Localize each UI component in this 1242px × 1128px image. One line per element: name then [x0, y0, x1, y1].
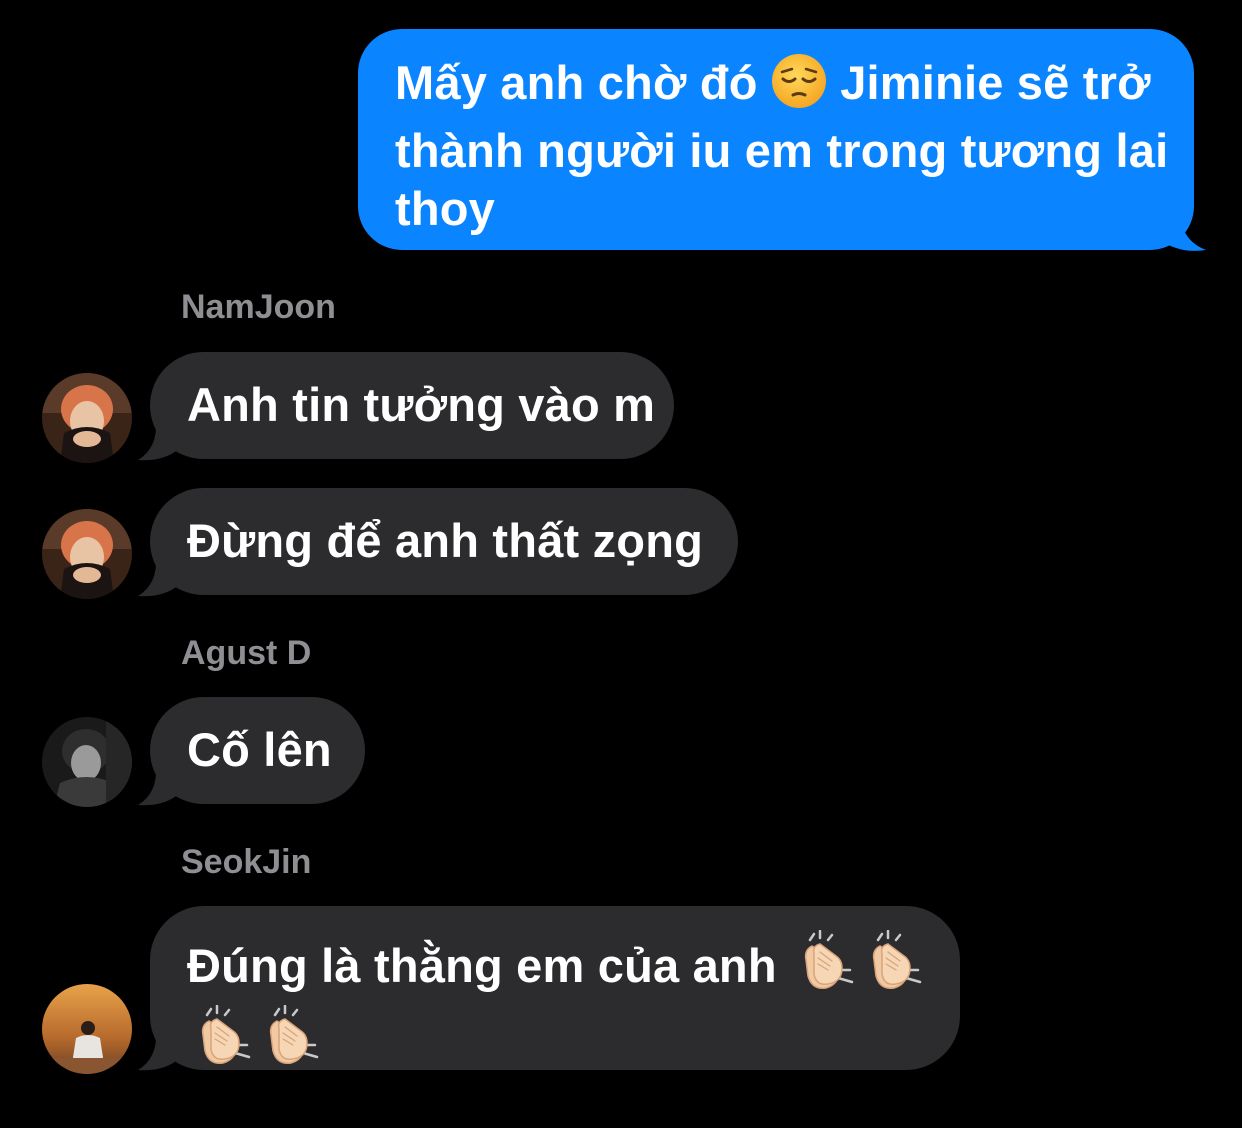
outgoing-message-bubble[interactable]: Mấy anh chờ đó Jiminie sẽ trở thành ngườ…: [358, 29, 1194, 250]
message-text-content: Đúng là thằng em của anh: [187, 939, 777, 992]
outgoing-message-text: Mấy anh chờ đó Jiminie sẽ trở thành ngườ…: [395, 53, 1175, 238]
avatar-seokjin[interactable]: [42, 984, 132, 1074]
pensive-face-icon: [771, 53, 827, 122]
outgoing-bubble-tail: [1150, 210, 1206, 251]
incoming-bubble-tail: [138, 765, 180, 806]
clapping-hands-icon: [193, 1004, 255, 1080]
clapping-hands-icon: [261, 1004, 323, 1080]
outgoing-text-part1: Mấy anh chờ đó: [395, 56, 758, 109]
incoming-bubble-tail: [138, 1030, 180, 1071]
avatar-agust-d[interactable]: [42, 717, 132, 807]
sender-name-seokjin: SeokJin: [181, 843, 312, 881]
incoming-bubble-tail: [138, 556, 180, 597]
avatar-namjoon-2[interactable]: [42, 509, 132, 599]
message-text: Anh tin tưởng vào m: [187, 378, 656, 431]
sender-name-namjoon: NamJoon: [181, 288, 336, 326]
avatar-image: [42, 984, 132, 1074]
incoming-message-bubble[interactable]: Anh tin tưởng vào m: [150, 352, 674, 459]
avatar-image: [42, 717, 132, 807]
message-text: Đúng là thằng em của anh: [187, 929, 937, 1080]
avatar-image: [42, 509, 132, 599]
incoming-bubble-tail: [138, 420, 180, 461]
sender-name-agust-d: Agust D: [181, 634, 312, 672]
incoming-message-bubble[interactable]: Đừng để anh thất zọng: [150, 488, 738, 595]
message-text: Cố lên: [187, 723, 332, 776]
avatar-namjoon-1[interactable]: [42, 373, 132, 463]
clapping-hands-icon: [864, 929, 926, 1005]
incoming-message-bubble[interactable]: Đúng là thằng em của anh: [150, 906, 960, 1070]
avatar-image: [42, 373, 132, 463]
clapping-hands-icon: [796, 929, 858, 1005]
message-text: Đừng để anh thất zọng: [187, 514, 704, 567]
